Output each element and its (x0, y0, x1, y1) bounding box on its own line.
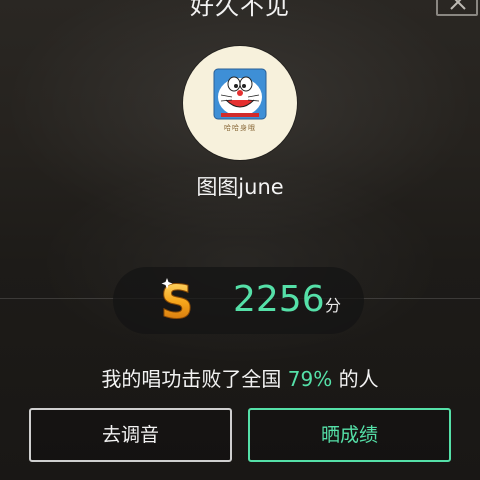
rank-suffix: 的人 (332, 367, 379, 391)
score-unit: 分 (325, 296, 342, 315)
result-screen: 好久不见 哈哈身哦 图图june S 2256 分 我的唱功击败了全国 79% … (0, 0, 480, 480)
rank-prefix: 我的唱功击败了全国 (101, 367, 288, 391)
close-icon (450, 0, 466, 10)
avatar-caption: 哈哈身哦 (224, 124, 256, 132)
grade-s-icon: S (160, 275, 194, 327)
share-score-button[interactable]: 晒成绩 (248, 408, 451, 462)
rank-percent: 79% (287, 367, 333, 391)
avatar[interactable]: 哈哈身哦 (183, 46, 297, 160)
rank-text: 我的唱功击败了全国 79% 的人 (0, 363, 480, 392)
close-button[interactable] (436, 0, 478, 16)
tune-button[interactable]: 去调音 (29, 408, 232, 462)
doraemon-avatar-icon (213, 68, 267, 120)
dialog-title: 好久不见 (190, 0, 290, 20)
score-value: 2256 (233, 279, 325, 320)
username: 图图june (196, 175, 284, 199)
score-panel: S 2256 分 (113, 267, 364, 334)
